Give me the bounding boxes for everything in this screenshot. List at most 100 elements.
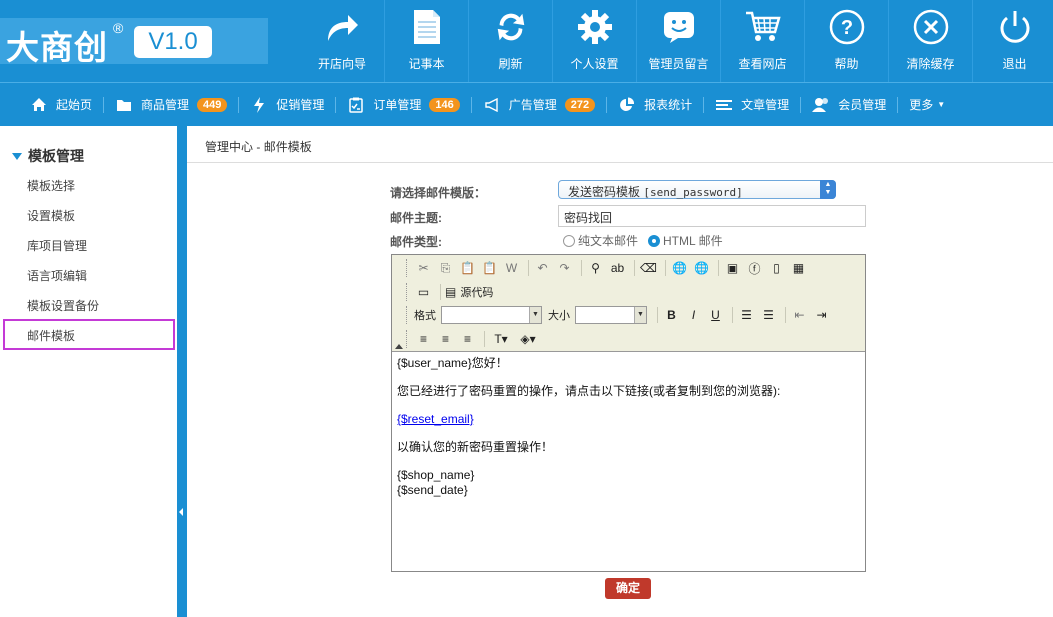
cut-icon[interactable]: ✂ bbox=[414, 259, 433, 277]
italic-icon[interactable]: I bbox=[684, 306, 703, 324]
clipboard-icon bbox=[347, 97, 365, 113]
source-code-button[interactable]: ▤ 源代码 bbox=[445, 284, 493, 300]
top-nav-clear-cache[interactable]: 清除缓存 bbox=[888, 0, 972, 82]
align-center-icon[interactable]: ≡ bbox=[436, 330, 455, 348]
link-icon[interactable]: 🌐 bbox=[670, 259, 689, 277]
template-select[interactable]: 发送密码模板 [send_password] ▲ ▼ bbox=[558, 180, 836, 199]
top-nav-label: 清除缓存 bbox=[906, 57, 955, 71]
paste-text-icon[interactable]: 📋 bbox=[480, 259, 499, 277]
top-nav-label: 管理员留言 bbox=[648, 57, 709, 71]
orders-count-badge: 146 bbox=[429, 97, 460, 112]
ordered-list-icon[interactable]: ☰ bbox=[737, 306, 756, 324]
top-nav-notepad[interactable]: 记事本 bbox=[384, 0, 468, 82]
top-nav-label: 帮助 bbox=[834, 57, 859, 71]
editor-content-area[interactable]: {$user_name}您好！ 您已经进行了密码重置的操作，请点击以下链接(或者… bbox=[392, 351, 865, 571]
top-nav-label: 个人设置 bbox=[570, 57, 619, 71]
top-nav-view-store[interactable]: 查看网店 bbox=[720, 0, 804, 82]
sidebar-item-mail-templates[interactable]: 邮件模板 bbox=[27, 327, 75, 344]
background-color-icon[interactable]: ◈▾ bbox=[516, 330, 540, 348]
top-toolbar: 开店向导 记事本 刷新 个人设置 管理员留言 查看网店 ? 帮助 清除缓存 退出 bbox=[300, 0, 1053, 82]
toolbar-collapse-icon[interactable] bbox=[395, 344, 403, 349]
rich-text-editor: ✂ ⎘ 📋 📋 W ↶ ↷ ⚲ ab ⌫ 🌐 🌐 ▣ ⓕ ▯ ▦ ▭ ▤ 源代码… bbox=[391, 254, 866, 572]
nav-ads[interactable]: 广告管理 272 bbox=[481, 83, 597, 127]
message-icon bbox=[661, 8, 697, 46]
users-icon bbox=[812, 97, 830, 113]
sidebar: 模板管理 模板选择 设置模板 库项目管理 语言项编辑 模板设置备份 邮件模板 bbox=[0, 126, 177, 617]
nav-goods[interactable]: 商品管理 449 bbox=[113, 83, 229, 127]
bold-icon[interactable]: B bbox=[662, 306, 681, 324]
unlink-icon[interactable]: 🌐 bbox=[692, 259, 711, 277]
nav-divider bbox=[606, 96, 608, 113]
eraser-icon[interactable]: ⌫ bbox=[639, 259, 658, 277]
sidebar-item-template-select[interactable]: 模板选择 bbox=[27, 177, 75, 194]
top-nav-logout[interactable]: 退出 bbox=[972, 0, 1053, 82]
sidebar-item-library-items[interactable]: 库项目管理 bbox=[27, 237, 87, 254]
top-nav-admin-messages[interactable]: 管理员留言 bbox=[636, 0, 720, 82]
paste-icon[interactable]: 📋 bbox=[458, 259, 477, 277]
sidebar-item-template-settings[interactable]: 设置模板 bbox=[27, 207, 75, 224]
radio-html-label[interactable]: HTML 邮件 bbox=[663, 232, 723, 249]
nav-members[interactable]: 会员管理 bbox=[810, 83, 888, 127]
nav-label: 更多 bbox=[909, 98, 934, 112]
nav-divider bbox=[703, 96, 705, 113]
radio-plain-text[interactable] bbox=[563, 234, 575, 247]
page-icon[interactable]: ▯ bbox=[767, 259, 786, 277]
find-icon[interactable]: ⚲ bbox=[586, 259, 605, 277]
breadcrumb-current: 邮件模板 bbox=[263, 140, 312, 154]
align-right-icon[interactable]: ≡ bbox=[458, 330, 477, 348]
sidebar-item-language-edit[interactable]: 语言项编辑 bbox=[27, 267, 87, 284]
folder-icon bbox=[115, 97, 133, 113]
radio-plain-text-label[interactable]: 纯文本邮件 bbox=[578, 232, 638, 249]
preview-icon[interactable]: ▭ bbox=[414, 283, 433, 301]
nav-home[interactable]: 起始页 bbox=[28, 83, 94, 127]
align-left-icon[interactable]: ≡ bbox=[414, 330, 433, 348]
content-line: {$user_name}您好！ bbox=[397, 356, 508, 370]
nav-divider bbox=[238, 96, 240, 113]
image-icon[interactable]: ▣ bbox=[723, 259, 742, 277]
breadcrumb: 管理中心 - 邮件模板 bbox=[187, 126, 1053, 163]
copy-icon[interactable]: ⎘ bbox=[436, 259, 455, 277]
nav-label: 会员管理 bbox=[838, 98, 887, 112]
top-nav-label: 记事本 bbox=[408, 57, 445, 71]
nav-label: 文章管理 bbox=[741, 98, 790, 112]
size-label: 大小 bbox=[548, 310, 570, 322]
pie-chart-icon bbox=[618, 96, 636, 113]
submit-button[interactable]: 确定 bbox=[605, 578, 651, 599]
flash-icon[interactable]: ⓕ bbox=[745, 259, 764, 277]
content-line: 您已经进行了密码重置的操作，请点击以下链接(或者复制到您的浏览器): bbox=[397, 384, 781, 398]
select-arrows-icon: ▲ ▼ bbox=[820, 180, 836, 199]
font-size-select[interactable]: ▼ bbox=[575, 306, 647, 324]
top-nav-personal-settings[interactable]: 个人设置 bbox=[552, 0, 636, 82]
replace-icon[interactable]: ab bbox=[608, 259, 627, 277]
text-color-icon[interactable]: T▾ bbox=[489, 330, 513, 348]
top-nav-label: 查看网店 bbox=[738, 57, 787, 71]
paste-word-icon[interactable]: W bbox=[502, 259, 521, 277]
bullet-list-icon[interactable]: ☰ bbox=[759, 306, 778, 324]
top-nav-label: 刷新 bbox=[498, 57, 523, 71]
reset-email-link[interactable]: {$reset_email} bbox=[397, 412, 474, 426]
top-nav-refresh[interactable]: 刷新 bbox=[468, 0, 552, 82]
sidebar-section-header[interactable]: 模板管理 bbox=[12, 146, 84, 166]
subject-input[interactable]: 密码找回 bbox=[558, 205, 866, 227]
notepad-icon bbox=[409, 8, 445, 46]
nav-articles[interactable]: 文章管理 bbox=[713, 83, 791, 127]
undo-icon[interactable]: ↶ bbox=[533, 259, 552, 277]
nav-reports[interactable]: 报表统计 bbox=[616, 83, 694, 127]
top-nav-setup-wizard[interactable]: 开店向导 bbox=[300, 0, 384, 82]
sidebar-splitter[interactable] bbox=[177, 126, 187, 617]
redo-icon[interactable]: ↷ bbox=[555, 259, 574, 277]
indent-icon[interactable]: ⇥ bbox=[812, 306, 831, 324]
sidebar-item-template-backup[interactable]: 模板设置备份 bbox=[27, 297, 99, 314]
format-select[interactable]: ▼ bbox=[441, 306, 542, 324]
top-nav-help[interactable]: ? 帮助 bbox=[804, 0, 888, 82]
nav-promotions[interactable]: 促销管理 bbox=[248, 83, 326, 127]
nav-orders[interactable]: 订单管理 146 bbox=[345, 83, 461, 127]
dropdown-arrow-icon: ▼ bbox=[634, 307, 646, 323]
nav-more[interactable]: 更多 ▼ bbox=[907, 83, 947, 127]
outdent-icon[interactable]: ⇤ bbox=[790, 306, 809, 324]
underline-icon[interactable]: U bbox=[706, 306, 725, 324]
top-nav-label: 退出 bbox=[1002, 57, 1027, 71]
table-icon[interactable]: ▦ bbox=[789, 259, 808, 277]
breadcrumb-root[interactable]: 管理中心 bbox=[205, 140, 253, 154]
radio-html[interactable] bbox=[648, 234, 661, 247]
